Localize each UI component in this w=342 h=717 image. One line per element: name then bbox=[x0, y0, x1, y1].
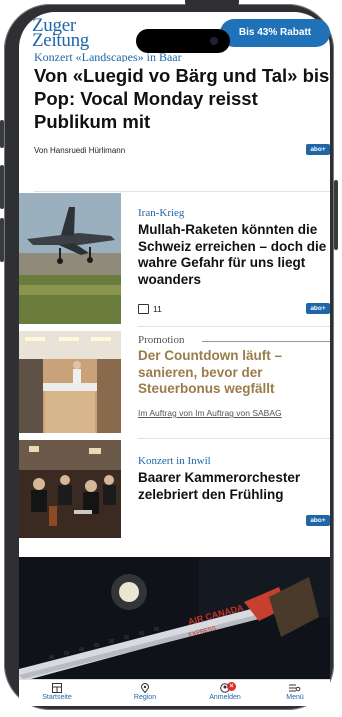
tab-label: Region bbox=[133, 694, 157, 701]
phone-volume-down bbox=[0, 218, 4, 262]
tab-label: Menü bbox=[286, 694, 304, 701]
article-abo-badge: abo+ bbox=[306, 303, 330, 314]
tab-label: Startseite bbox=[42, 694, 72, 701]
article-abo-badge: abo+ bbox=[306, 515, 330, 526]
notification-badge: × bbox=[227, 682, 236, 691]
phone-side-button bbox=[0, 120, 4, 148]
lead-photo-plane-crash[interactable]: AIR CANADA EXPRESS bbox=[19, 557, 330, 679]
logo-line-2: Zeitung bbox=[32, 30, 89, 51]
article-thumbnail-orchestra[interactable] bbox=[19, 440, 121, 538]
tab-anmelden[interactable]: × Anmelden bbox=[195, 680, 255, 701]
article-title[interactable]: Baarer Kammerorchester zelebriert den Fr… bbox=[138, 470, 328, 503]
dynamic-island bbox=[136, 29, 230, 53]
tab-startseite[interactable]: Startseite bbox=[27, 680, 87, 701]
hero-byline: Von Hansruedi Hürlimann bbox=[34, 146, 126, 155]
tab-region[interactable]: Region bbox=[115, 680, 175, 701]
comment-count-value: 11 bbox=[153, 304, 162, 314]
divider bbox=[138, 438, 330, 439]
hero-kicker: Konzert «Landscapes» in Baar bbox=[34, 52, 182, 62]
comment-icon bbox=[138, 304, 149, 314]
bottom-tab-bar: Startseite Region × Anmelden Menü bbox=[19, 679, 330, 706]
subscription-promo-button[interactable]: Bis 43% Rabatt bbox=[220, 19, 330, 47]
promotion-divider bbox=[202, 341, 330, 342]
location-pin-icon bbox=[115, 683, 175, 694]
divider bbox=[138, 326, 330, 327]
phone-power-button bbox=[334, 180, 338, 250]
menu-icon bbox=[265, 683, 325, 693]
promotion-label: Promotion bbox=[138, 334, 185, 346]
site-logo[interactable]: Zuger Zeitung bbox=[32, 16, 89, 51]
article-title[interactable]: Mullah-Raketen könnten die Schweiz errei… bbox=[138, 222, 334, 288]
hero-title[interactable]: Von «Luegid vo Bärg und Tal» bis Pop: Vo… bbox=[34, 64, 334, 133]
hero-abo-badge: abo+ bbox=[306, 144, 330, 155]
promotion-credit-link[interactable]: Im Auftrag von Im Auftrag von SABAG bbox=[138, 408, 282, 418]
article-thumbnail-jet[interactable] bbox=[19, 193, 121, 324]
user-icon bbox=[195, 683, 255, 693]
article-kicker: Iran-Krieg bbox=[138, 207, 185, 219]
home-icon bbox=[27, 683, 87, 693]
phone-volume-up bbox=[0, 165, 4, 209]
article-kicker: Konzert in Inwil bbox=[138, 455, 211, 467]
tab-label: Anmelden bbox=[209, 694, 241, 701]
promotion-title[interactable]: Der Countdown läuft – sanieren, bevor de… bbox=[138, 348, 328, 398]
comment-count[interactable]: 11 bbox=[138, 304, 162, 314]
tab-menu[interactable]: Menü bbox=[265, 680, 325, 701]
phone-top-edge bbox=[185, 0, 239, 8]
divider bbox=[34, 191, 330, 192]
promo-thumbnail-kitchen[interactable] bbox=[19, 331, 121, 433]
